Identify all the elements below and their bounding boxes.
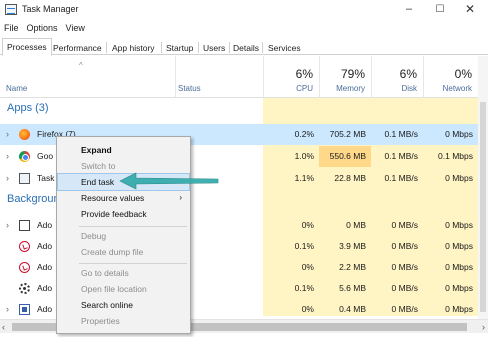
menu-item-resource-values[interactable]: Resource values › — [58, 190, 189, 206]
cpu-value: 0% — [301, 304, 314, 314]
scroll-right-icon[interactable]: › — [482, 320, 485, 334]
close-button[interactable]: ✕ — [456, 0, 484, 20]
memory-value: 3.9 MB — [339, 241, 366, 251]
maximize-button[interactable]: ☐ — [426, 0, 454, 20]
task-manager-icon — [5, 4, 17, 15]
disk-value: 0 MB/s — [391, 283, 418, 293]
firefox-icon — [19, 129, 30, 140]
network-value: 0 Mbps — [445, 241, 473, 251]
disk-value: 0 MB/s — [391, 241, 418, 251]
cpu-value: 1.0% — [294, 151, 314, 161]
windows-app-icon — [19, 304, 30, 315]
menu-view[interactable]: View — [62, 21, 89, 36]
context-menu: Expand Switch to End task Resource value… — [56, 136, 191, 334]
pointer-arrow-icon — [119, 172, 219, 190]
memory-value: 5.6 MB — [339, 283, 366, 293]
column-status[interactable]: Status — [176, 56, 263, 98]
network-value: 0 Mbps — [445, 262, 473, 272]
expand-chevron-icon[interactable]: › — [6, 124, 9, 145]
memory-value: 705.2 MB — [329, 129, 366, 139]
window-title: Task Manager — [22, 4, 79, 14]
cpu-value: 0.1% — [294, 241, 314, 251]
cpu-value: 0% — [301, 220, 314, 230]
submenu-arrow-icon: › — [179, 193, 182, 202]
tab-processes[interactable]: Processes — [2, 38, 52, 56]
chrome-icon — [19, 151, 30, 162]
task-manager-icon — [19, 173, 30, 184]
network-value: 0 Mbps — [445, 129, 473, 139]
menu-item-properties[interactable]: Properties — [58, 313, 189, 329]
process-name: Ado — [37, 304, 53, 314]
tab-details[interactable]: Details — [228, 40, 264, 55]
menu-options[interactable]: Options — [23, 21, 62, 36]
cpu-value: 0% — [301, 262, 314, 272]
memory-value: 22.8 MB — [334, 173, 366, 183]
expand-chevron-icon[interactable]: › — [6, 168, 9, 189]
column-network[interactable]: 0% Network — [423, 56, 478, 98]
memory-value: 0 MB — [346, 220, 366, 230]
menu-item-expand[interactable]: Expand — [58, 142, 189, 158]
scroll-left-icon[interactable]: ‹ — [2, 320, 5, 334]
network-value: 0 Mbps — [445, 283, 473, 293]
cpu-value: 1.1% — [294, 173, 314, 183]
column-cpu[interactable]: 6% CPU — [263, 56, 319, 98]
adobe-icon — [19, 241, 30, 252]
gear-icon — [19, 283, 30, 294]
disk-value: 0 MB/s — [391, 262, 418, 272]
menu-bar: File Options View — [0, 21, 89, 36]
network-value: 0 Mbps — [445, 304, 473, 314]
process-name: Ado — [37, 262, 53, 272]
menu-separator — [79, 226, 187, 227]
expand-chevron-icon[interactable]: › — [6, 215, 9, 236]
process-name: Ado — [37, 220, 53, 230]
tab-startup[interactable]: Startup — [161, 40, 198, 55]
disk-value: 0.1 MB/s — [384, 151, 418, 161]
network-value: 0.1 Mbps — [438, 151, 473, 161]
menu-item-debug[interactable]: Debug — [58, 228, 189, 244]
memory-value: 550.6 MB — [319, 146, 371, 167]
menu-item-create-dump-file[interactable]: Create dump file — [58, 244, 189, 260]
tab-performance[interactable]: Performance — [48, 40, 107, 55]
cpu-value: 0.2% — [294, 129, 314, 139]
tab-strip: Processes Performance App history Startu… — [0, 38, 488, 56]
minimize-button[interactable]: – — [395, 0, 423, 20]
process-name: Ado — [37, 283, 53, 293]
memory-value: 0.4 MB — [339, 304, 366, 314]
group-label-background: Backgroun — [7, 193, 60, 205]
disk-value: 0.1 MB/s — [384, 129, 418, 139]
menu-item-go-to-details[interactable]: Go to details — [58, 265, 189, 281]
process-name: Goo — [37, 151, 54, 161]
title-bar: Task Manager – ☐ ✕ — [0, 0, 488, 20]
process-name: Ado — [37, 241, 53, 251]
menu-separator — [79, 263, 187, 264]
column-memory[interactable]: 79% Memory — [319, 56, 371, 98]
network-value: 0 Mbps — [445, 173, 473, 183]
menu-item-provide-feedback[interactable]: Provide feedback — [58, 206, 189, 222]
memory-value: 2.2 MB — [339, 262, 366, 272]
disk-value: 0.1 MB/s — [384, 173, 418, 183]
tab-app-history[interactable]: App history — [107, 40, 160, 55]
menu-item-label: Resource values — [81, 193, 145, 203]
expand-chevron-icon[interactable]: › — [6, 299, 9, 320]
vertical-scrollbar[interactable] — [478, 56, 488, 319]
menu-item-open-file-location[interactable]: Open file location — [58, 281, 189, 297]
window-icon — [19, 220, 30, 231]
menu-file[interactable]: File — [0, 21, 23, 36]
network-value: 0 Mbps — [445, 220, 473, 230]
group-label-apps: Apps (3) — [7, 102, 49, 114]
group-header-apps: Apps (3) — [0, 102, 478, 123]
expand-chevron-icon[interactable]: › — [6, 146, 9, 167]
disk-value: 0 MB/s — [391, 304, 418, 314]
vertical-scrollbar-thumb[interactable] — [480, 102, 486, 312]
cpu-value: 0.1% — [294, 283, 314, 293]
tab-users[interactable]: Users — [198, 40, 230, 55]
adobe-icon — [19, 262, 30, 273]
process-name: Task — [37, 173, 55, 183]
menu-item-search-online[interactable]: Search online — [58, 297, 189, 313]
column-disk[interactable]: 6% Disk — [371, 56, 423, 98]
column-name[interactable]: Name — [0, 56, 175, 98]
column-header-row: ^ Name Status 6% CPU 79% Memory 6% Disk … — [0, 56, 478, 98]
disk-value: 0 MB/s — [391, 220, 418, 230]
tab-services[interactable]: Services — [263, 40, 306, 55]
